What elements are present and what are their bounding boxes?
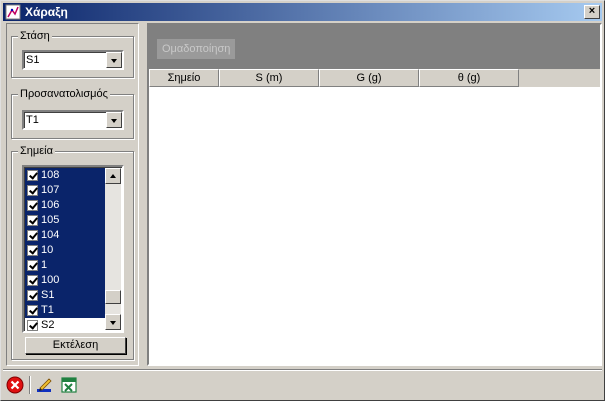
left-panel: Στάση S1 Προσανατολισμός T1 Σημεία 108 10…	[6, 23, 139, 366]
title-bar: Χάραξη ×	[3, 3, 602, 21]
station-value: S1	[26, 54, 40, 66]
checkbox[interactable]	[27, 230, 38, 241]
points-label: Σημεία	[18, 145, 55, 157]
list-item[interactable]: T1	[25, 303, 107, 318]
checkbox[interactable]	[27, 185, 38, 196]
column-header-angle[interactable]: θ (g)	[419, 69, 519, 87]
list-item-label: 105	[41, 214, 60, 226]
list-item-label: 100	[41, 274, 60, 286]
list-item-label: 1	[41, 259, 48, 271]
scroll-down-button[interactable]	[105, 314, 121, 330]
checkbox[interactable]	[27, 200, 38, 211]
list-item-label: S2	[41, 319, 55, 331]
checkbox[interactable]	[27, 215, 38, 226]
chevron-down-icon	[111, 119, 117, 123]
execute-button[interactable]: Εκτέλεση	[25, 337, 126, 354]
chevron-down-icon	[111, 59, 117, 63]
column-header-point[interactable]: Σημείο	[149, 69, 219, 87]
station-label: Στάση	[18, 30, 52, 42]
list-item[interactable]: 104	[25, 228, 107, 243]
checkbox[interactable]	[27, 320, 38, 331]
list-item-label: 106	[41, 199, 60, 211]
scroll-up-button[interactable]	[105, 168, 121, 184]
orientation-value: T1	[26, 114, 39, 126]
points-scrollbar[interactable]	[105, 168, 121, 330]
list-item[interactable]: 108	[25, 168, 107, 183]
column-header-distance[interactable]: S (m)	[219, 69, 319, 87]
toolbar-separator	[29, 376, 31, 394]
table-header: Σημείο S (m) G (g) θ (g)	[149, 69, 600, 87]
grouping-area: Ομαδοποίηση	[149, 25, 600, 69]
list-item[interactable]: 107	[25, 183, 107, 198]
list-item[interactable]: 10	[25, 243, 107, 258]
points-group: Σημεία 108 107 106 105 104 10 1 100 S1 T1 S2	[11, 145, 134, 360]
grouping-button[interactable]: Ομαδοποίηση	[157, 39, 236, 59]
orientation-label: Προσανατολισμός	[18, 88, 110, 100]
checkbox[interactable]	[27, 260, 38, 271]
close-circle-icon[interactable]	[6, 376, 24, 394]
scroll-thumb[interactable]	[105, 290, 121, 304]
list-item-label: T1	[41, 304, 54, 316]
results-panel: Ομαδοποίηση Σημείο S (m) G (g) θ (g)	[147, 23, 602, 366]
checkbox[interactable]	[27, 290, 38, 301]
orientation-select[interactable]: T1	[22, 110, 124, 130]
list-item-label: 108	[41, 169, 60, 181]
list-item[interactable]: S1	[25, 288, 107, 303]
window: Χάραξη × Στάση S1 Προσανατολισμός T1 Σημ…	[0, 0, 605, 401]
list-item[interactable]: 105	[25, 213, 107, 228]
checkbox[interactable]	[27, 170, 38, 181]
column-header-bearing[interactable]: G (g)	[319, 69, 419, 87]
list-item[interactable]: 106	[25, 198, 107, 213]
list-item[interactable]: 1	[25, 258, 107, 273]
list-item-label: 10	[41, 244, 54, 256]
bottom-toolbar	[3, 369, 602, 399]
station-select[interactable]: S1	[22, 50, 124, 70]
close-button[interactable]: ×	[584, 5, 600, 19]
station-dropdown-button[interactable]	[106, 52, 122, 68]
points-list[interactable]: 108 107 106 105 104 10 1 100 S1 T1 S2	[22, 165, 124, 333]
edit-pen-icon[interactable]	[36, 376, 54, 394]
list-item-label: 107	[41, 184, 60, 196]
checkbox[interactable]	[27, 275, 38, 286]
app-icon	[5, 4, 21, 20]
excel-icon[interactable]	[60, 376, 78, 394]
window-title: Χάραξη	[25, 5, 68, 19]
checkbox[interactable]	[27, 305, 38, 316]
chevron-down-icon	[110, 321, 116, 325]
list-item[interactable]: 100	[25, 273, 107, 288]
orientation-dropdown-button[interactable]	[106, 112, 122, 128]
orientation-group: Προσανατολισμός T1	[11, 88, 134, 139]
station-group: Στάση S1	[11, 30, 134, 78]
list-item-label: 104	[41, 229, 60, 241]
chevron-up-icon	[110, 174, 116, 178]
points-list-rows: 108 107 106 105 104 10 1 100 S1 T1 S2	[25, 168, 107, 331]
checkbox[interactable]	[27, 245, 38, 256]
list-item-label: S1	[41, 289, 55, 301]
list-item[interactable]: S2	[25, 318, 107, 331]
